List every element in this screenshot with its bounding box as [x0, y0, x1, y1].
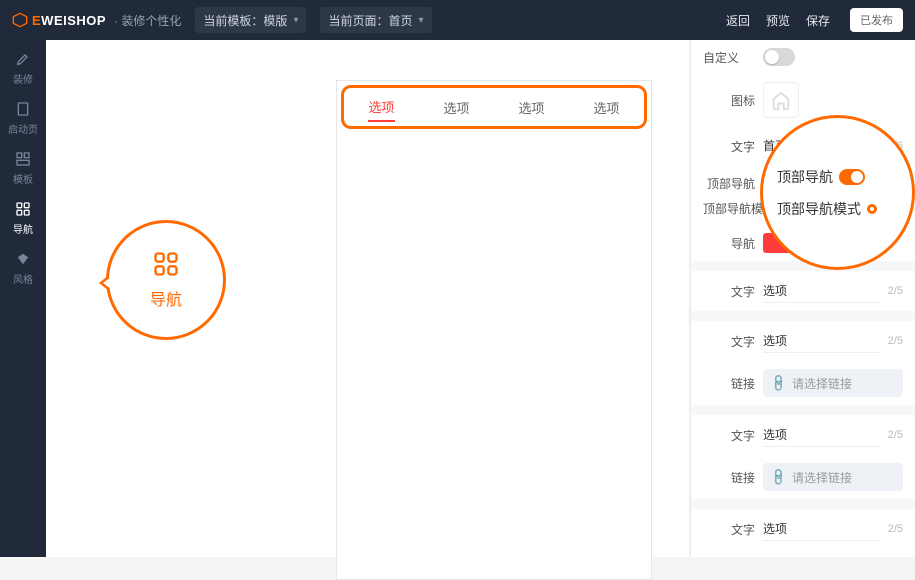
- header: EWEISHOP · 装修个性化 当前模板：模版▾ 当前页面：首页▾ 返回 预览…: [0, 0, 915, 40]
- preview-tab[interactable]: 选项: [518, 94, 544, 121]
- callout2-topnav-label: 顶部导航: [777, 167, 833, 187]
- item-text-row: 文字2/5: [691, 415, 915, 455]
- item-link-row: 链接🔗请选择链接: [691, 455, 915, 499]
- topnav-label: 顶部导航: [703, 175, 755, 192]
- diamond-icon: [14, 250, 32, 268]
- save-link[interactable]: 保存: [806, 12, 830, 29]
- page-dropdown[interactable]: 当前页面：首页▾: [320, 7, 431, 33]
- icon-picker[interactable]: [763, 82, 799, 118]
- template-dropdown[interactable]: 当前模板：模版▾: [195, 7, 306, 33]
- callout-label: 导航: [150, 286, 182, 310]
- chevron-down-icon: ▾: [293, 15, 298, 26]
- preview-tab[interactable]: 选项: [368, 93, 394, 122]
- custom-toggle-row: 自定义: [691, 40, 915, 74]
- brand-sub: · 装修个性化: [114, 12, 181, 29]
- link-icon: 🔗: [768, 467, 788, 487]
- phone-preview: 选项 选项 选项 选项: [336, 80, 652, 580]
- brand-text: EWEISHOP: [32, 13, 106, 28]
- preview-tab[interactable]: 选项: [593, 94, 619, 121]
- item-link-row: 链接🔗请选择链接: [691, 361, 915, 405]
- sidebar-item-splash[interactable]: 启动页: [3, 100, 43, 136]
- sidebar-item-template[interactable]: 模板: [3, 150, 43, 186]
- link-picker[interactable]: 🔗请选择链接: [763, 463, 903, 491]
- home-icon: [770, 89, 792, 111]
- item-text-row: 文字2/5: [691, 321, 915, 361]
- link-picker[interactable]: 🔗请选择链接: [763, 369, 903, 397]
- item-text-input[interactable]: [763, 279, 880, 303]
- property-panel: 自定义 图标 文字 2/6 顶部导航 顶部导航模式 左 › 导航 #e 文字2: [690, 40, 915, 557]
- link-icon: 🔗: [768, 373, 788, 393]
- chevron-down-icon: ▾: [418, 15, 423, 26]
- item-text-row: 文字2/5: [691, 271, 915, 311]
- template-icon: [14, 150, 32, 168]
- item-text-row: 文字2/5: [691, 509, 915, 549]
- sidebar: 装修 启动页 模板 导航 风格: [0, 40, 46, 557]
- item-text-input[interactable]: [763, 423, 880, 447]
- grid-icon: [152, 250, 180, 278]
- item-text-input[interactable]: [763, 517, 880, 541]
- preview-tabbar: 选项 选项 选项 选项: [341, 85, 647, 129]
- published-button[interactable]: 已发布: [850, 8, 903, 32]
- sidebar-item-decor[interactable]: 装修: [3, 50, 43, 86]
- item-link-row: 链接🔗请选择链接: [691, 549, 915, 557]
- grid-icon: [14, 200, 32, 218]
- back-link[interactable]: 返回: [726, 12, 750, 29]
- icon-row: 图标: [691, 74, 915, 126]
- sidebar-item-style[interactable]: 风格: [3, 250, 43, 286]
- text-label: 文字: [703, 138, 755, 155]
- canvas: 导航 选项 选项 选项 选项: [46, 40, 690, 557]
- callout-nav: 导航: [106, 220, 226, 340]
- preview-tab[interactable]: 选项: [443, 94, 469, 121]
- brush-icon: [14, 50, 32, 68]
- radio-icon: [867, 204, 877, 214]
- callout-topnav: 顶部导航 顶部导航模式: [760, 115, 915, 270]
- callout2-mode-label: 顶部导航模式: [777, 199, 861, 219]
- logo: EWEISHOP · 装修个性化: [12, 12, 181, 29]
- nav-color-label: 导航: [703, 235, 755, 252]
- custom-label: 自定义: [703, 49, 755, 66]
- sidebar-item-nav[interactable]: 导航: [3, 200, 43, 236]
- logo-icon: [12, 12, 28, 28]
- page-icon: [14, 100, 32, 118]
- icon-label: 图标: [703, 92, 755, 109]
- item-text-input[interactable]: [763, 329, 880, 353]
- preview-link[interactable]: 预览: [766, 12, 790, 29]
- custom-toggle[interactable]: [763, 48, 795, 66]
- toggle-on-icon: [839, 169, 865, 185]
